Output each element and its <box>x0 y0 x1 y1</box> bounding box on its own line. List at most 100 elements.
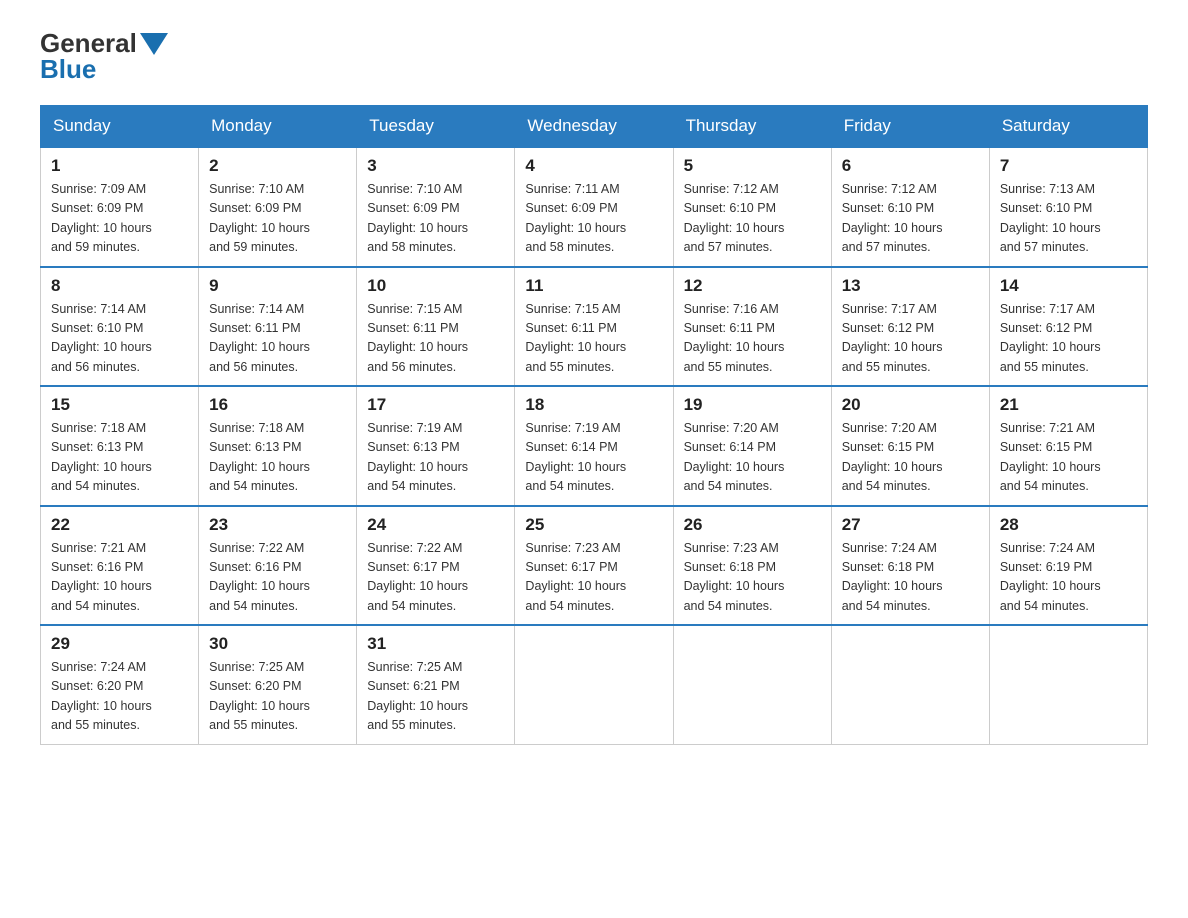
day-number: 10 <box>367 276 504 296</box>
day-info: Sunrise: 7:15 AMSunset: 6:11 PMDaylight:… <box>367 300 504 378</box>
week-row-5: 29Sunrise: 7:24 AMSunset: 6:20 PMDayligh… <box>41 625 1148 744</box>
day-info: Sunrise: 7:20 AMSunset: 6:15 PMDaylight:… <box>842 419 979 497</box>
day-number: 12 <box>684 276 821 296</box>
calendar-cell: 2 Sunrise: 7:10 AMSunset: 6:09 PMDaylight… <box>199 147 357 267</box>
calendar-cell: 4Sunrise: 7:11 AMSunset: 6:09 PMDaylight… <box>515 147 673 267</box>
week-row-4: 22 Sunrise: 7:21 AMSunset: 6:16 PMDayligh… <box>41 506 1148 626</box>
day-number: 20 <box>842 395 979 415</box>
day-header-thursday: Thursday <box>673 106 831 148</box>
calendar-cell: 26Sunrise: 7:23 AMSunset: 6:18 PMDayligh… <box>673 506 831 626</box>
day-number: 30 <box>209 634 346 654</box>
day-info: Sunrise: 7:25 AMSunset: 6:20 PMDaylight:… <box>209 658 346 736</box>
day-info: Sunrise: 7:21 AMSunset: 6:15 PMDaylight:… <box>1000 419 1137 497</box>
day-number: 27 <box>842 515 979 535</box>
calendar-cell: 12 Sunrise: 7:16 AMSunset: 6:11 PMDayligh… <box>673 267 831 387</box>
day-number: 19 <box>684 395 821 415</box>
day-number: 18 <box>525 395 662 415</box>
day-number: 11 <box>525 276 662 296</box>
day-number: 22 <box>51 515 188 535</box>
day-info: Sunrise: 7:12 AMSunset: 6:10 PMDaylight:… <box>842 180 979 258</box>
day-number: 7 <box>1000 156 1137 176</box>
day-info: Sunrise: 7:22 AMSunset: 6:17 PMDaylight:… <box>367 539 504 617</box>
day-info: Sunrise: 7:23 AMSunset: 6:18 PMDaylight:… <box>684 539 821 617</box>
day-info: Sunrise: 7:21 AMSunset: 6:16 PMDaylight:… <box>51 539 188 617</box>
day-number: 17 <box>367 395 504 415</box>
day-number: 2 <box>209 156 346 176</box>
calendar-cell <box>515 625 673 744</box>
day-info: Sunrise: 7:17 AMSunset: 6:12 PMDaylight:… <box>1000 300 1137 378</box>
day-info: Sunrise: 7:16 AMSunset: 6:11 PMDaylight:… <box>684 300 821 378</box>
logo-blue-text: Blue <box>40 54 96 85</box>
calendar-cell: 14Sunrise: 7:17 AMSunset: 6:12 PMDayligh… <box>989 267 1147 387</box>
day-header-friday: Friday <box>831 106 989 148</box>
calendar-cell: 29Sunrise: 7:24 AMSunset: 6:20 PMDayligh… <box>41 625 199 744</box>
day-info: Sunrise: 7:17 AMSunset: 6:12 PMDaylight:… <box>842 300 979 378</box>
day-number: 15 <box>51 395 188 415</box>
day-info: Sunrise: 7:20 AMSunset: 6:14 PMDaylight:… <box>684 419 821 497</box>
calendar-cell: 13 Sunrise: 7:17 AMSunset: 6:12 PMDayligh… <box>831 267 989 387</box>
day-number: 28 <box>1000 515 1137 535</box>
day-number: 16 <box>209 395 346 415</box>
day-number: 3 <box>367 156 504 176</box>
logo: General Blue <box>40 30 171 85</box>
day-info: Sunrise: 7:13 AMSunset: 6:10 PMDaylight:… <box>1000 180 1137 258</box>
calendar-cell <box>989 625 1147 744</box>
day-number: 5 <box>684 156 821 176</box>
day-number: 29 <box>51 634 188 654</box>
calendar-cell: 5 Sunrise: 7:12 AMSunset: 6:10 PMDaylight… <box>673 147 831 267</box>
calendar-cell: 22 Sunrise: 7:21 AMSunset: 6:16 PMDayligh… <box>41 506 199 626</box>
day-number: 21 <box>1000 395 1137 415</box>
day-info: Sunrise: 7:10 AMSunset: 6:09 PMDaylight:… <box>367 180 504 258</box>
calendar-cell: 16 Sunrise: 7:18 AMSunset: 6:13 PMDayligh… <box>199 386 357 506</box>
day-info: Sunrise: 7:18 AMSunset: 6:13 PMDaylight:… <box>51 419 188 497</box>
day-number: 6 <box>842 156 979 176</box>
calendar-cell: 20 Sunrise: 7:20 AMSunset: 6:15 PMDayligh… <box>831 386 989 506</box>
day-info: Sunrise: 7:24 AMSunset: 6:18 PMDaylight:… <box>842 539 979 617</box>
day-number: 9 <box>209 276 346 296</box>
calendar-cell: 7 Sunrise: 7:13 AMSunset: 6:10 PMDaylight… <box>989 147 1147 267</box>
day-info: Sunrise: 7:22 AMSunset: 6:16 PMDaylight:… <box>209 539 346 617</box>
day-info: Sunrise: 7:19 AMSunset: 6:13 PMDaylight:… <box>367 419 504 497</box>
calendar-cell: 19 Sunrise: 7:20 AMSunset: 6:14 PMDayligh… <box>673 386 831 506</box>
day-info: Sunrise: 7:09 AMSunset: 6:09 PMDaylight:… <box>51 180 188 258</box>
calendar-cell: 30 Sunrise: 7:25 AMSunset: 6:20 PMDayligh… <box>199 625 357 744</box>
week-row-3: 15 Sunrise: 7:18 AMSunset: 6:13 PMDayligh… <box>41 386 1148 506</box>
logo-triangle-icon <box>140 33 168 55</box>
week-row-2: 8Sunrise: 7:14 AMSunset: 6:10 PMDaylight… <box>41 267 1148 387</box>
day-info: Sunrise: 7:12 AMSunset: 6:10 PMDaylight:… <box>684 180 821 258</box>
calendar-cell: 21 Sunrise: 7:21 AMSunset: 6:15 PMDayligh… <box>989 386 1147 506</box>
day-info: Sunrise: 7:24 AMSunset: 6:19 PMDaylight:… <box>1000 539 1137 617</box>
day-number: 24 <box>367 515 504 535</box>
calendar-cell: 27 Sunrise: 7:24 AMSunset: 6:18 PMDayligh… <box>831 506 989 626</box>
day-info: Sunrise: 7:25 AMSunset: 6:21 PMDaylight:… <box>367 658 504 736</box>
day-info: Sunrise: 7:19 AMSunset: 6:14 PMDaylight:… <box>525 419 662 497</box>
calendar-cell: 24 Sunrise: 7:22 AMSunset: 6:17 PMDayligh… <box>357 506 515 626</box>
calendar-cell: 18 Sunrise: 7:19 AMSunset: 6:14 PMDayligh… <box>515 386 673 506</box>
day-info: Sunrise: 7:10 AMSunset: 6:09 PMDaylight:… <box>209 180 346 258</box>
day-number: 23 <box>209 515 346 535</box>
calendar-cell: 11 Sunrise: 7:15 AMSunset: 6:11 PMDayligh… <box>515 267 673 387</box>
day-info: Sunrise: 7:18 AMSunset: 6:13 PMDaylight:… <box>209 419 346 497</box>
day-header-saturday: Saturday <box>989 106 1147 148</box>
week-row-1: 1 Sunrise: 7:09 AMSunset: 6:09 PMDaylight… <box>41 147 1148 267</box>
calendar-cell: 25Sunrise: 7:23 AMSunset: 6:17 PMDayligh… <box>515 506 673 626</box>
calendar-cell: 3 Sunrise: 7:10 AMSunset: 6:09 PMDaylight… <box>357 147 515 267</box>
day-header-monday: Monday <box>199 106 357 148</box>
calendar-cell <box>673 625 831 744</box>
calendar-cell: 9 Sunrise: 7:14 AMSunset: 6:11 PMDaylight… <box>199 267 357 387</box>
day-number: 1 <box>51 156 188 176</box>
day-header-tuesday: Tuesday <box>357 106 515 148</box>
day-header-sunday: Sunday <box>41 106 199 148</box>
day-info: Sunrise: 7:11 AMSunset: 6:09 PMDaylight:… <box>525 180 662 258</box>
logo-general-text: General <box>40 30 137 56</box>
calendar-cell: 31 Sunrise: 7:25 AMSunset: 6:21 PMDayligh… <box>357 625 515 744</box>
calendar-cell: 17 Sunrise: 7:19 AMSunset: 6:13 PMDayligh… <box>357 386 515 506</box>
day-info: Sunrise: 7:15 AMSunset: 6:11 PMDaylight:… <box>525 300 662 378</box>
day-number: 8 <box>51 276 188 296</box>
day-number: 31 <box>367 634 504 654</box>
day-info: Sunrise: 7:14 AMSunset: 6:11 PMDaylight:… <box>209 300 346 378</box>
day-number: 13 <box>842 276 979 296</box>
calendar-cell <box>831 625 989 744</box>
calendar-cell: 8Sunrise: 7:14 AMSunset: 6:10 PMDaylight… <box>41 267 199 387</box>
calendar-cell: 15 Sunrise: 7:18 AMSunset: 6:13 PMDayligh… <box>41 386 199 506</box>
